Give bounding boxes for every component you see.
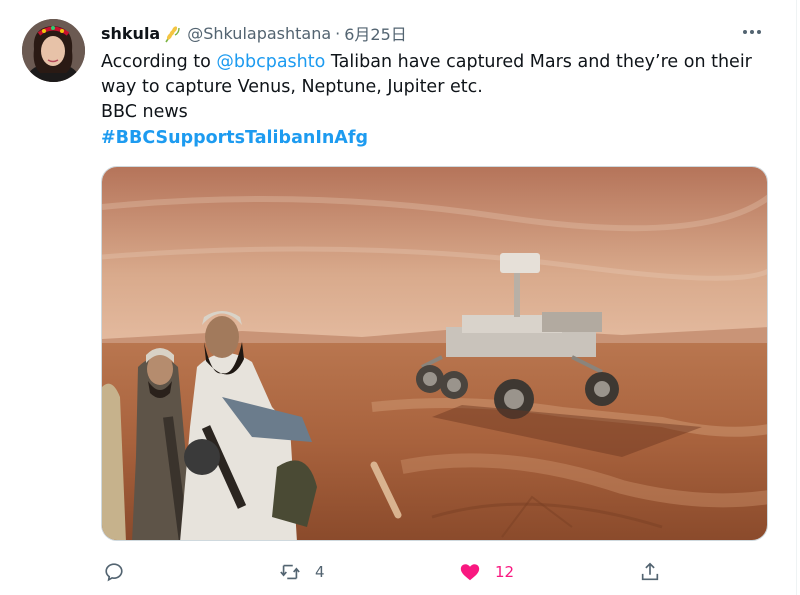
like-button[interactable]: 12 [457, 558, 514, 586]
heart-icon [457, 559, 483, 585]
text-before: According to [101, 52, 217, 72]
avatar[interactable] [22, 19, 85, 82]
tweet-date[interactable]: 6月25日 [344, 21, 407, 45]
tweet-text: According to @bbcpashto Taliban have cap… [101, 50, 771, 125]
author-name[interactable]: shkula [101, 24, 160, 43]
author-handle[interactable]: @Shkulapashtana [187, 24, 331, 43]
reply-icon [101, 559, 127, 585]
mention-link[interactable]: @bbcpashto [216, 52, 325, 72]
retweet-count: 4 [315, 563, 325, 581]
tweet-media-image[interactable] [101, 166, 768, 541]
retweet-button[interactable]: 4 [277, 558, 325, 586]
more-icon[interactable] [742, 24, 762, 40]
tweet-text-line1: According to @bbcpashto Taliban have cap… [101, 50, 771, 100]
separator: · [335, 23, 341, 43]
tweet-text-line2: BBC news [101, 102, 188, 122]
like-count: 12 [495, 563, 515, 581]
tweet-actions: 4 12 [101, 558, 661, 586]
tweet-header: shkula @Shkulapashtana · 6月25日 [101, 20, 756, 46]
reply-button[interactable] [101, 558, 139, 586]
retweet-icon [277, 559, 303, 585]
tweet-card[interactable]: shkula @Shkulapashtana · 6月25日 According… [0, 0, 797, 595]
share-button[interactable] [637, 558, 675, 586]
hashtag-link[interactable]: #BBCSupportsTalibanInAfg [101, 126, 368, 151]
share-icon [637, 559, 663, 585]
wheat-emoji-badge [163, 23, 181, 43]
